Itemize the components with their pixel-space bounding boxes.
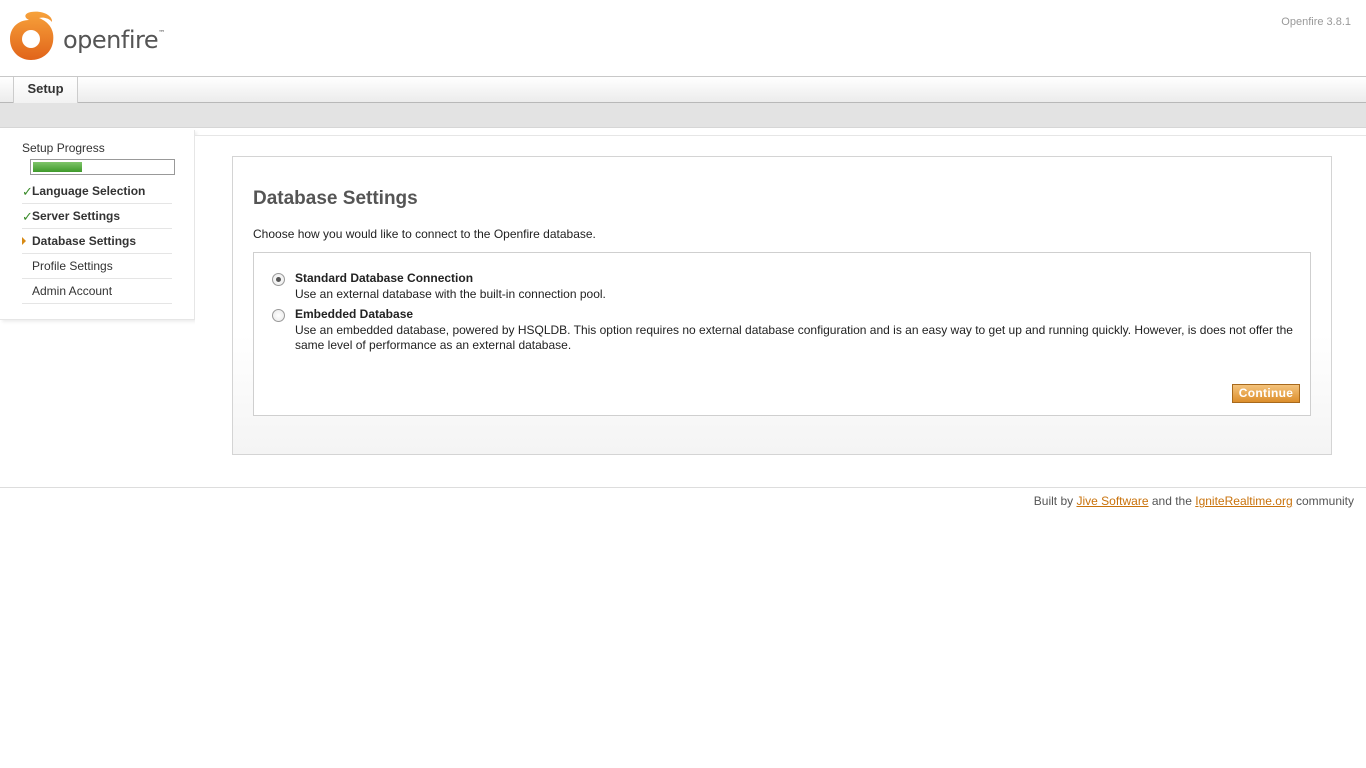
setup-progress-bar <box>30 159 175 175</box>
sub-tab-bar <box>0 103 1366 128</box>
connection-options: Standard Database Connection Use an exte… <box>253 252 1311 416</box>
continue-button[interactable]: Continue <box>1232 384 1300 403</box>
footer: Built by Jive Software and the IgniteRea… <box>1033 494 1354 508</box>
step-label: Profile Settings <box>32 259 113 273</box>
step-label: Language Selection <box>32 184 146 198</box>
igniterealtime-link[interactable]: IgniteRealtime.org <box>1195 494 1292 508</box>
footer-divider <box>0 487 1366 488</box>
progress-label: Setup Progress <box>22 141 105 155</box>
logo-text: openfire™ <box>63 26 165 54</box>
embedded-database-radio[interactable] <box>272 309 285 322</box>
page-description: Choose how you would like to connect to … <box>253 227 596 241</box>
version-label: Openfire 3.8.1 <box>1281 16 1351 28</box>
setup-steps: ✓ Language Selection ✓ Server Settings D… <box>22 179 172 304</box>
jive-software-link[interactable]: Jive Software <box>1076 494 1148 508</box>
option-title: Embedded Database <box>295 307 414 321</box>
standard-database-radio[interactable] <box>272 273 285 286</box>
option-title: Standard Database Connection <box>295 271 474 285</box>
tab-setup[interactable]: Setup <box>13 77 78 103</box>
option-description: Use an embedded database, powered by HSQ… <box>295 323 1293 352</box>
openfire-logo-icon <box>10 11 54 60</box>
step-admin-account: Admin Account <box>22 279 172 304</box>
step-language-selection[interactable]: ✓ Language Selection <box>22 179 172 204</box>
step-profile-settings: Profile Settings <box>22 254 172 279</box>
step-label: Server Settings <box>32 209 121 223</box>
tab-bar: Setup <box>0 76 1366 103</box>
current-step-arrow-icon <box>22 237 26 245</box>
progress-fill <box>33 162 82 172</box>
step-server-settings[interactable]: ✓ Server Settings <box>22 204 172 229</box>
checkmark-icon: ✓ <box>22 209 33 224</box>
step-label: Admin Account <box>32 284 113 298</box>
setup-sidebar: Setup Progress ✓ Language Selection ✓ Se… <box>0 130 195 320</box>
page-title: Database Settings <box>253 188 418 209</box>
option-description: Use an external database with the built-… <box>295 287 606 301</box>
database-settings-panel: Database Settings Choose how you would l… <box>232 156 1332 455</box>
step-label: Database Settings <box>32 234 137 248</box>
step-database-settings: Database Settings <box>22 229 172 254</box>
checkmark-icon: ✓ <box>22 184 33 199</box>
header: openfire™ Openfire 3.8.1 <box>0 0 1366 76</box>
